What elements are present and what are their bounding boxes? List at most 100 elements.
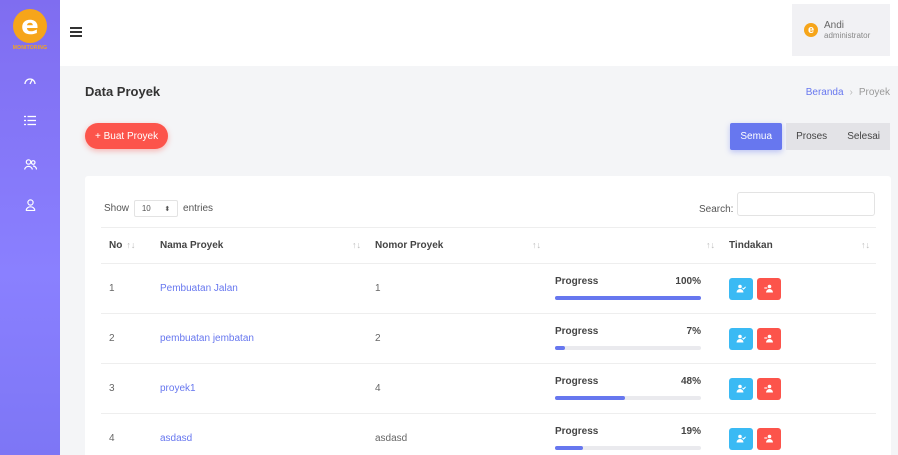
breadcrumb: Beranda › Proyek [806, 87, 890, 98]
progress-cell: Progress 7% [547, 313, 721, 364]
search-label: Search: [699, 204, 734, 215]
progress-label: Progress [555, 275, 599, 287]
sidebar-item-dashboard[interactable] [18, 70, 42, 90]
actions-cell [721, 363, 876, 414]
create-project-button[interactable]: + Buat Proyek [85, 123, 169, 149]
status-filter-group: Semua Proses Selesai [730, 123, 890, 150]
col-actions[interactable]: Tindakan ↑↓ [721, 227, 876, 264]
user-minus-icon [764, 434, 773, 443]
sort-icon: ↑↓ [532, 240, 541, 250]
assign-user-button[interactable] [729, 427, 753, 450]
filter-all-button[interactable]: Semua [730, 123, 783, 150]
project-name-link[interactable]: Pembuatan Jalan [152, 263, 367, 314]
project-number: 2 [367, 313, 547, 364]
user-minus-icon [764, 334, 773, 343]
col-progress[interactable]: ↑↓ [547, 227, 721, 264]
progress-value: 100% [675, 275, 701, 287]
table-row: 2 pembuatan jembatan 2 Progress 7% [101, 313, 876, 364]
filter-done-button[interactable]: Selesai [837, 123, 890, 150]
projects-table: No ↑↓ Nama Proyek ↑↓ Nomor Proyek ↑↓ ↑↓ Tin… [101, 227, 876, 455]
progress-label: Progress [555, 375, 599, 387]
show-label: Show [104, 203, 130, 214]
sidebar-item-users[interactable] [18, 154, 42, 174]
progress-track [555, 295, 701, 300]
progress-bar: Progress 48% [555, 374, 701, 404]
dashboard-icon [24, 78, 36, 85]
remove-user-button[interactable] [757, 327, 781, 350]
row-number: 3 [101, 363, 152, 414]
actions-cell [721, 413, 876, 455]
sort-icon: ↑↓ [352, 240, 361, 250]
col-project-name[interactable]: Nama Proyek ↑↓ [152, 227, 367, 264]
table-row: 4 asdasd asdasd Progress 19% [101, 413, 876, 455]
user-check-icon [736, 284, 746, 293]
search-input[interactable] [737, 192, 875, 216]
project-name-link[interactable]: proyek1 [152, 363, 367, 414]
progress-cell: Progress 48% [547, 363, 721, 414]
user-check-icon [736, 334, 746, 343]
project-name-link[interactable]: asdasd [152, 413, 367, 455]
page-title: Data Proyek [85, 84, 161, 99]
table-row: 1 Pembuatan Jalan 1 Progress 100% [101, 263, 876, 314]
user-avatar: e [804, 23, 818, 37]
users-icon [23, 158, 37, 170]
project-name-link[interactable]: pembuatan jembatan [152, 313, 367, 364]
project-number: asdasd [367, 413, 547, 455]
topbar: e Andi administrator [60, 0, 898, 66]
breadcrumb-home-link[interactable]: Beranda [806, 87, 844, 98]
remove-user-button[interactable] [757, 277, 781, 300]
project-number: 4 [367, 363, 547, 414]
logo-text: MONITORING [12, 45, 48, 51]
breadcrumb-separator-icon: › [849, 87, 853, 98]
progress-fill [555, 445, 583, 450]
user-minus-icon [764, 384, 773, 393]
progress-track [555, 395, 701, 400]
menu-toggle-icon[interactable] [70, 27, 82, 37]
user-minus-icon [764, 284, 773, 293]
remove-user-button[interactable] [757, 427, 781, 450]
assign-user-button[interactable] [729, 377, 753, 400]
col-no[interactable]: No ↑↓ [101, 227, 152, 264]
progress-bar: Progress 19% [555, 424, 701, 454]
row-number: 2 [101, 313, 152, 364]
user-menu[interactable]: e Andi administrator [792, 4, 890, 56]
select-arrows-icon: ⬍ [164, 205, 171, 213]
progress-value: 19% [680, 425, 701, 437]
row-number: 4 [101, 413, 152, 455]
entries-select[interactable]: 10 ⬍ [134, 200, 179, 217]
brand-logo[interactable]: e MONITORING [0, 0, 60, 60]
logo-mark: e [13, 9, 47, 43]
row-number: 1 [101, 263, 152, 314]
progress-bar: Progress 100% [555, 274, 701, 304]
remove-user-button[interactable] [757, 377, 781, 400]
actions-cell [721, 313, 876, 364]
user-check-icon [736, 434, 746, 443]
projects-card: Show 10 ⬍ entries Search: No ↑↓ Nama Proy… [85, 176, 891, 455]
user-icon [25, 199, 35, 211]
sidebar: e MONITORING [0, 0, 60, 455]
sidebar-item-projects[interactable] [18, 110, 42, 130]
progress-value: 48% [680, 375, 701, 387]
progress-label: Progress [555, 425, 599, 437]
sidebar-item-profile[interactable] [18, 195, 42, 215]
sort-icon: ↑↓ [861, 240, 870, 250]
assign-user-button[interactable] [729, 327, 753, 350]
table-header-row: No ↑↓ Nama Proyek ↑↓ Nomor Proyek ↑↓ ↑↓ Tin… [101, 227, 876, 264]
progress-value: 7% [686, 325, 701, 337]
progress-fill [555, 395, 626, 400]
entries-label: entries [183, 203, 214, 214]
progress-cell: Progress 100% [547, 263, 721, 314]
progress-track [555, 345, 701, 350]
col-project-number[interactable]: Nomor Proyek ↑↓ [367, 227, 547, 264]
progress-bar: Progress 7% [555, 324, 701, 354]
sort-asc-icon: ↑↓ [126, 240, 136, 250]
breadcrumb-current: Proyek [858, 87, 890, 98]
user-check-icon [736, 384, 746, 393]
progress-label: Progress [555, 325, 599, 337]
progress-fill [555, 295, 701, 300]
project-number: 1 [367, 263, 547, 314]
assign-user-button[interactable] [729, 277, 753, 300]
filter-process-button[interactable]: Proses [786, 123, 838, 150]
progress-cell: Progress 19% [547, 413, 721, 455]
entries-control: Show 10 ⬍ entries [104, 200, 213, 217]
